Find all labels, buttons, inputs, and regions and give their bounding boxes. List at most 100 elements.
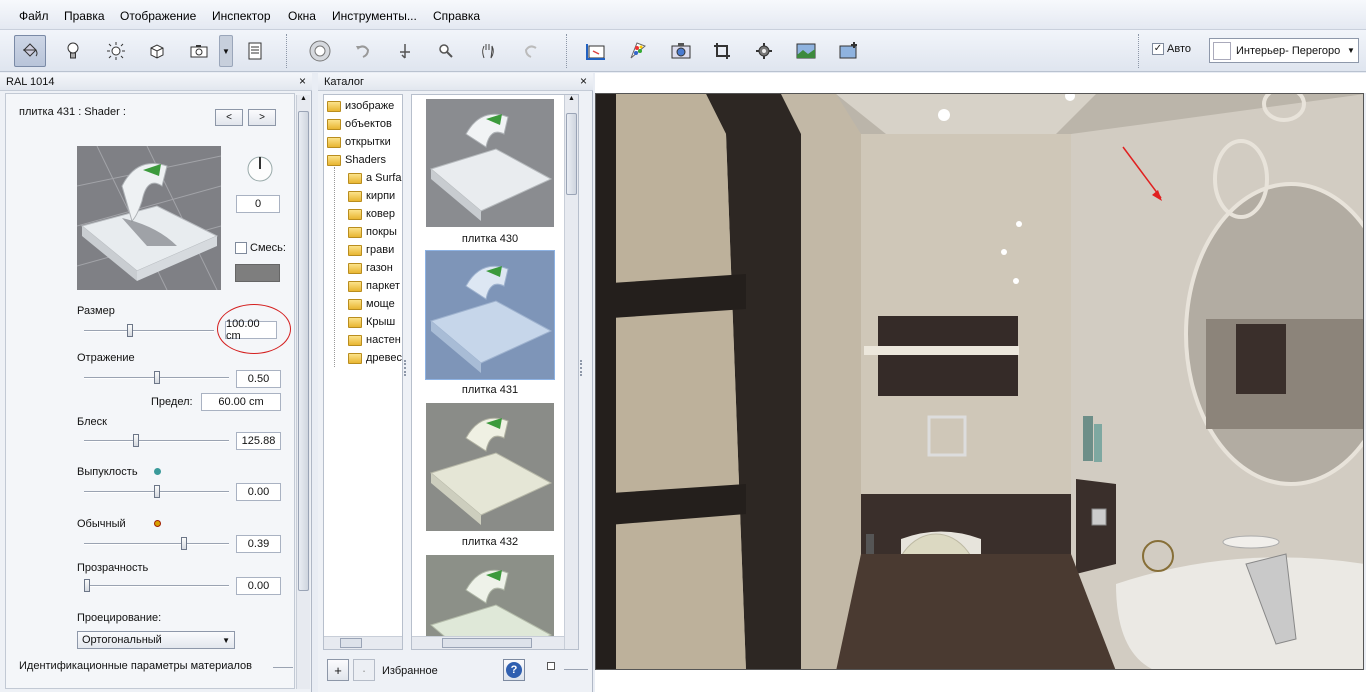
view-select[interactable]: Интерьер- Перегоро ▼ xyxy=(1209,38,1359,63)
paint-bucket-icon[interactable] xyxy=(14,35,46,67)
sun-icon[interactable] xyxy=(100,35,132,67)
transparency-slider[interactable] xyxy=(84,579,229,592)
render-viewport[interactable] xyxy=(595,93,1364,670)
tree-item[interactable]: Shaders xyxy=(327,151,386,169)
orbit-icon[interactable] xyxy=(304,35,336,67)
tree-subitem[interactable]: Крыш xyxy=(348,313,395,331)
dropdown-arrow-icon[interactable]: ▼ xyxy=(219,35,233,67)
menu-inspector[interactable]: Инспектор xyxy=(212,9,271,23)
limit-input[interactable]: 60.00 cm xyxy=(201,393,281,411)
scroll-up-icon[interactable]: ▲ xyxy=(565,95,578,102)
render-camera-icon[interactable] xyxy=(665,35,697,67)
menu-view[interactable]: Отображение xyxy=(120,9,196,23)
palette-icon[interactable] xyxy=(622,35,654,67)
size-slider-thumb[interactable] xyxy=(127,324,133,337)
toolbar-separator xyxy=(1138,34,1141,68)
camera-icon[interactable] xyxy=(183,35,215,67)
bump-slider-thumb[interactable] xyxy=(154,485,160,498)
tree-hscroll-thumb[interactable] xyxy=(340,638,362,648)
normal-indicator[interactable] xyxy=(154,520,161,527)
shader-thumb-430[interactable] xyxy=(426,99,554,227)
list-icon[interactable] xyxy=(239,35,271,67)
add-favorite-button[interactable]: + xyxy=(327,659,349,681)
bump-indicator[interactable] xyxy=(154,468,161,475)
tree-subitem[interactable]: кирпи xyxy=(348,187,395,205)
cube-icon[interactable] xyxy=(141,35,173,67)
add-image-icon[interactable] xyxy=(833,35,865,67)
splitter-handle[interactable] xyxy=(580,360,586,376)
minimize-icon[interactable] xyxy=(547,662,555,670)
size-slider[interactable] xyxy=(84,324,214,337)
undo-rotate-icon[interactable] xyxy=(347,35,379,67)
redo-rotate-icon[interactable] xyxy=(515,35,547,67)
gloss-slider[interactable] xyxy=(84,434,229,447)
shader-thumb-432[interactable] xyxy=(426,403,554,531)
tree-item[interactable]: объектов xyxy=(327,115,392,133)
transparency-slider-thumb[interactable] xyxy=(84,579,90,592)
inspector-scroll-thumb[interactable] xyxy=(298,111,309,591)
transparency-input[interactable]: 0.00 xyxy=(236,577,281,595)
gloss-input[interactable]: 125.88 xyxy=(236,432,281,450)
thumbs-scrollbar[interactable]: ▲ xyxy=(564,95,578,649)
tree-item[interactable]: открытки xyxy=(327,133,391,151)
lightbulb-icon[interactable] xyxy=(57,35,89,67)
tree-item-label: кирпи xyxy=(366,190,396,202)
menu-help[interactable]: Справка xyxy=(433,9,480,23)
auto-checkbox[interactable]: ✓ xyxy=(1152,43,1164,55)
bump-slider[interactable] xyxy=(84,485,229,498)
normal-input[interactable]: 0.39 xyxy=(236,535,281,553)
menu-tools[interactable]: Инструменты... xyxy=(332,9,417,23)
folder-icon xyxy=(348,352,362,364)
mix-checkbox[interactable] xyxy=(235,242,247,254)
tree-subitem[interactable]: покры xyxy=(348,223,397,241)
walk-icon[interactable] xyxy=(389,35,421,67)
mix-swatch[interactable] xyxy=(235,264,280,282)
folder-icon xyxy=(327,100,341,112)
thumbs-scroll-thumb[interactable] xyxy=(566,113,577,195)
prev-button[interactable]: < xyxy=(215,109,243,126)
pan-hand-icon[interactable] xyxy=(472,35,504,67)
tree-item[interactable]: изображе xyxy=(327,97,394,115)
crop-icon[interactable] xyxy=(706,35,738,67)
rotation-input[interactable]: 0 xyxy=(236,195,280,213)
image-view-icon[interactable] xyxy=(790,35,822,67)
normal-slider[interactable] xyxy=(84,537,229,550)
menu-edit[interactable]: Правка xyxy=(64,9,105,23)
tree-subitem[interactable]: a Surfa xyxy=(348,169,401,187)
axis-view-icon[interactable] xyxy=(580,35,612,67)
tree-subitem[interactable]: паркет xyxy=(348,277,400,295)
menu-windows[interactable]: Окна xyxy=(288,9,316,23)
help-button[interactable]: ? xyxy=(503,659,525,681)
reflection-slider[interactable] xyxy=(84,371,229,384)
shader-thumb-431[interactable] xyxy=(425,250,555,380)
tree-hscrollbar[interactable] xyxy=(324,636,402,649)
splitter-handle[interactable] xyxy=(404,360,410,376)
tree-subitem[interactable]: моще xyxy=(348,295,395,313)
normal-slider-thumb[interactable] xyxy=(181,537,187,550)
reflection-slider-thumb[interactable] xyxy=(154,371,160,384)
close-icon[interactable]: × xyxy=(580,74,587,88)
folder-icon xyxy=(348,244,362,256)
menu-file[interactable]: Файл xyxy=(19,9,49,23)
projection-select[interactable]: Ортогональный ▼ xyxy=(77,631,235,649)
rotation-knob[interactable] xyxy=(245,154,275,184)
reflection-input[interactable]: 0.50 xyxy=(236,370,281,388)
tree-subitem[interactable]: газон xyxy=(348,259,393,277)
tree-subitem[interactable]: древес xyxy=(348,349,402,367)
tree-subitem[interactable]: ковер xyxy=(348,205,395,223)
gloss-slider-thumb[interactable] xyxy=(133,434,139,447)
tree-subitem[interactable]: настен xyxy=(348,331,401,349)
settings-gear-icon[interactable] xyxy=(748,35,780,67)
scroll-up-icon[interactable]: ▲ xyxy=(297,95,310,102)
zoom-icon[interactable] xyxy=(430,35,462,67)
tree-subitem[interactable]: грави xyxy=(348,241,394,259)
thumbs-hscrollbar[interactable] xyxy=(412,636,565,649)
auto-toggle[interactable]: ✓ Авто xyxy=(1152,43,1191,55)
remove-favorite-button[interactable]: · xyxy=(353,659,375,681)
thumbs-hscroll-thumb[interactable] xyxy=(442,638,532,648)
next-button[interactable]: > xyxy=(248,109,276,126)
inspector-scrollbar[interactable]: ▲ xyxy=(296,95,310,689)
tree-item-label: изображе xyxy=(345,100,395,112)
close-icon[interactable]: × xyxy=(299,74,306,88)
bump-input[interactable]: 0.00 xyxy=(236,483,281,501)
